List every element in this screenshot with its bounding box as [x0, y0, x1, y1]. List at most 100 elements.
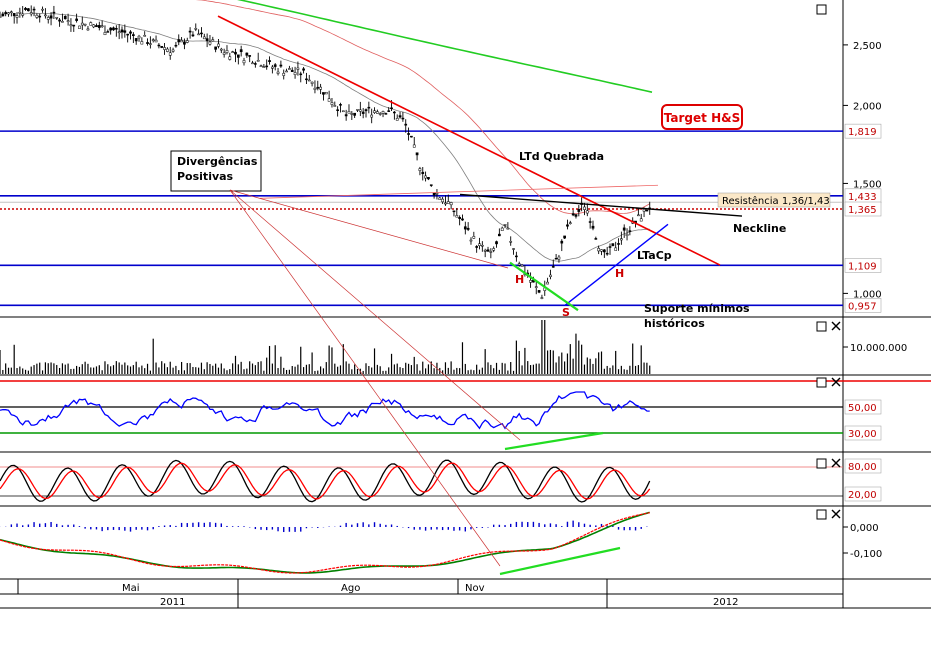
candle-body — [191, 34, 195, 37]
candle-body — [475, 246, 479, 248]
maximize-icon[interactable] — [816, 509, 827, 520]
candle-body — [4, 12, 8, 15]
candle-body — [520, 264, 524, 267]
candle-body — [486, 249, 490, 252]
candle-body — [12, 13, 16, 17]
candle-body — [554, 258, 558, 260]
candle-body — [231, 51, 235, 53]
candle-body — [602, 249, 606, 253]
candle-body — [120, 29, 124, 33]
divergence-label-2: Positivas — [177, 170, 234, 183]
candle-body — [143, 35, 147, 37]
candle-body — [83, 23, 87, 26]
candle-body — [100, 25, 104, 27]
candle-body — [429, 184, 433, 186]
candle-body — [63, 15, 67, 20]
candle-body — [583, 206, 586, 210]
candle-body — [205, 38, 209, 42]
month-label-ago: Ago — [341, 583, 360, 594]
macd-tick-0: 0,000 — [850, 523, 879, 534]
maximize-icon[interactable] — [816, 4, 827, 15]
candle-body — [248, 55, 252, 57]
candle-body — [112, 27, 115, 31]
level-tag-label: 1,819 — [848, 127, 877, 138]
candle-body — [282, 72, 286, 76]
sto-level-80: 80,00 — [848, 462, 877, 473]
candle-body — [600, 249, 603, 252]
candle-body — [273, 64, 277, 67]
neckline-label: Neckline — [733, 222, 786, 235]
candle-body — [157, 44, 161, 47]
price-tick-label: 2,000 — [853, 101, 882, 112]
candle-body — [489, 251, 493, 253]
candle-body — [478, 243, 481, 246]
candle-body — [529, 280, 532, 283]
candle-body — [458, 217, 461, 219]
candle-body — [208, 41, 212, 45]
price-tick-label: 2,500 — [853, 41, 882, 52]
candle-body — [463, 226, 467, 230]
candle-body — [404, 123, 408, 126]
candle-body — [69, 24, 73, 27]
candle-body — [534, 286, 538, 288]
resistance-label: Resistência 1,36/1,43 — [722, 195, 830, 207]
candle-body — [563, 235, 566, 239]
candle-body — [597, 248, 601, 252]
candle-body — [151, 39, 155, 41]
candle-body — [500, 227, 504, 231]
candle-body — [537, 290, 541, 293]
candle-body — [415, 152, 419, 156]
sto-level-20: 20,00 — [848, 490, 877, 501]
candle-body — [262, 66, 266, 68]
candle-body — [410, 135, 413, 138]
candle-body — [106, 31, 110, 33]
candle-body — [319, 86, 322, 90]
candle-body — [424, 175, 427, 179]
candle-body — [466, 227, 470, 230]
technical-chart: 2,5002,0001,5001,0001,8191,4331,3651,109… — [0, 0, 931, 657]
maximize-icon[interactable] — [816, 377, 827, 388]
month-label-mai: Mai — [122, 583, 140, 594]
divergence-label-1: Divergências — [177, 155, 258, 168]
candle-body — [58, 19, 61, 22]
candle-body — [571, 213, 575, 216]
candle-body — [27, 8, 30, 12]
candle-body — [234, 51, 237, 55]
candle-body — [492, 248, 496, 251]
candle-body — [114, 28, 118, 30]
candle-body — [265, 65, 269, 68]
candle-body — [546, 281, 549, 285]
candle-body — [628, 230, 632, 232]
candle-body — [15, 15, 19, 18]
candle-body — [126, 33, 130, 36]
rsi-level-30: 30,00 — [848, 429, 877, 440]
candle-body — [367, 106, 371, 109]
candle-body — [163, 47, 166, 50]
maximize-icon[interactable] — [816, 321, 827, 332]
candle-body — [313, 87, 317, 90]
candle-body — [166, 48, 169, 52]
candle-body — [568, 222, 572, 224]
candle-body — [219, 48, 223, 51]
candle-body — [540, 297, 544, 299]
candle-body — [0, 15, 2, 18]
target-label: Target H&S — [664, 111, 740, 125]
maximize-icon[interactable] — [816, 458, 827, 469]
candle-body — [239, 49, 243, 53]
candle-body — [288, 68, 291, 70]
head-left-label: H — [515, 273, 524, 286]
candle-body — [242, 60, 246, 64]
level-tag-label: 1,109 — [848, 261, 877, 272]
candle-body — [322, 92, 325, 95]
candle-body — [637, 214, 640, 217]
candle-body — [251, 62, 254, 65]
candle-body — [1, 13, 5, 17]
candle-body — [577, 209, 581, 212]
candle-body — [41, 8, 44, 11]
candle-body — [299, 73, 303, 76]
candle-body — [228, 56, 232, 60]
candle-body — [381, 111, 385, 114]
month-label-nov: Nov — [465, 583, 485, 594]
candle-body — [395, 118, 399, 121]
candle-body — [222, 52, 226, 55]
